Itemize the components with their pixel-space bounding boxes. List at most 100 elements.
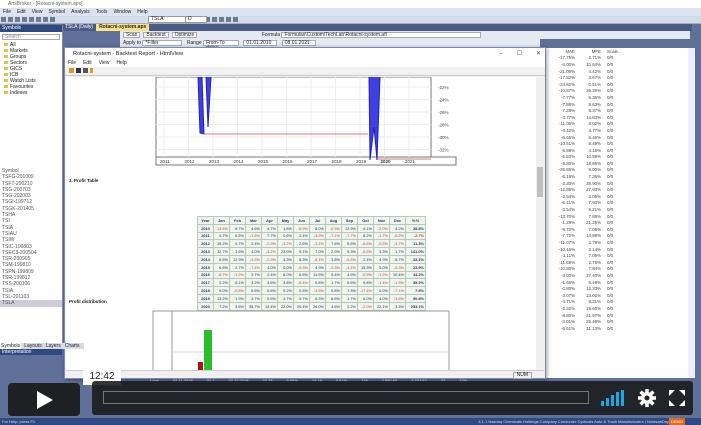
result-row[interactable]: -6.65% 5.46% 0/0 (550, 134, 625, 141)
copy-icon[interactable] (36, 17, 41, 22)
result-row[interactable]: -11.05% 8.02% 0/0 (550, 121, 625, 128)
result-row[interactable]: -6.61% 11.13% 0/0 (550, 325, 625, 332)
menu-view[interactable]: View (32, 9, 43, 15)
tab-charts[interactable]: Charts (64, 343, 81, 349)
result-row[interactable]: -3.54% 5.21% 0/0 (550, 206, 625, 213)
menu-window[interactable]: Window (113, 9, 131, 15)
minimize-button[interactable]: – (499, 51, 502, 57)
apply-to-select[interactable]: *Filter (142, 39, 183, 46)
menu-tools[interactable]: Tools (96, 9, 108, 15)
col-scale[interactable]: Scale... (604, 48, 625, 55)
col-mfe[interactable]: MFE (578, 48, 604, 55)
range-select[interactable]: From-To dates (202, 39, 239, 50)
result-row[interactable]: -17.75% 2.71% 0/0 (550, 55, 625, 62)
video-progress-bar[interactable] (103, 391, 589, 404)
report-menu-help[interactable]: Help (116, 60, 126, 66)
redo-icon[interactable] (50, 17, 55, 22)
symbol-search-input[interactable]: Search (2, 34, 60, 40)
menu-symbol[interactable]: Symbol (48, 9, 65, 15)
result-row[interactable]: -10.51% 8.49% 0/0 (550, 140, 625, 147)
result-row[interactable]: -4.42% 4.77% 0/0 (550, 127, 625, 134)
settings-gear-icon[interactable] (638, 389, 656, 407)
maximize-button[interactable]: ☐ (517, 51, 522, 57)
result-row[interactable]: -25.86% 9.00% 0/0 (550, 167, 625, 174)
result-row[interactable]: -7.28% 5.37% 0/0 (550, 107, 625, 114)
tab-analysis[interactable]: Rotacni-system.apx (96, 24, 150, 31)
symbol-list-item[interactable]: TSLA (0, 300, 62, 307)
menu-analysis[interactable]: Analysis (71, 9, 90, 15)
result-row[interactable]: -9.72% 7.06% 0/0 (550, 226, 625, 233)
zoom-icon[interactable] (226, 17, 232, 22)
save-icon[interactable] (76, 68, 81, 73)
undo-icon[interactable] (43, 17, 48, 22)
interval-combo[interactable]: D (185, 16, 207, 23)
result-row[interactable]: -2.32% 15.60% 0/0 (550, 305, 625, 312)
open-icon[interactable] (69, 68, 74, 73)
result-row[interactable]: -6.16% 7.36% 0/0 (550, 173, 625, 180)
result-row[interactable]: -24.82% 0.51% 0/0 (550, 81, 625, 88)
result-row[interactable]: -3.07% 13.02% 0/0 (550, 292, 625, 299)
from-date-input[interactable]: 01.01.2010 (243, 39, 278, 46)
fullscreen-icon[interactable] (669, 390, 685, 406)
result-row[interactable]: -17.82% 3.67% 0/0 (550, 74, 625, 81)
text-icon[interactable] (212, 17, 218, 22)
result-row[interactable]: -11.07% 2.78% 0/0 (550, 239, 625, 246)
result-row[interactable]: -2.54% 2.09% 0/0 (550, 193, 625, 200)
play-button[interactable] (8, 383, 80, 416)
result-row[interactable]: -21.09% 4.42% 0/0 (550, 68, 625, 75)
result-row[interactable]: -7.89% 8.63% 0/0 (550, 101, 625, 108)
menu-edit[interactable]: Edit (17, 9, 26, 15)
to-date-input[interactable]: 08.01.2021 (281, 39, 316, 46)
result-row[interactable]: -8.80% 21.97% 0/0 (550, 312, 625, 319)
optimize-button[interactable]: Optimize (171, 31, 198, 38)
menu-help[interactable]: Help (137, 9, 147, 15)
result-row[interactable]: -10.87% 26.26% 0/0 (550, 88, 625, 95)
result-row[interactable]: -1.11% 7.05% 0/0 (550, 252, 625, 259)
indicator-icon[interactable] (233, 17, 239, 22)
result-row[interactable]: -5.53% 10.59% 0/0 (550, 154, 625, 161)
print-icon[interactable] (83, 68, 88, 73)
print-icon[interactable] (22, 17, 27, 22)
chart-icon[interactable] (219, 17, 225, 22)
scan-button[interactable]: Scan (123, 31, 141, 38)
result-row[interactable]: -5.41% 7.93% 0/0 (550, 200, 625, 207)
result-row[interactable]: -10.16% 3.14% 0/0 (550, 246, 625, 253)
report-menu-edit[interactable]: Edit (83, 60, 92, 66)
backtest-button[interactable]: Backtest (143, 31, 169, 38)
results-scrollbar[interactable] (688, 48, 695, 378)
col-mae[interactable]: MAE (550, 48, 578, 55)
result-row[interactable]: -5.80% 18.85% 0/0 (550, 160, 625, 167)
result-row[interactable]: -11.69% 2.75% 0/0 (550, 259, 625, 266)
result-row[interactable]: -4.00% 10.64% 0/0 (550, 61, 625, 68)
menu-file[interactable]: File (3, 9, 11, 15)
result-row[interactable]: -1.29% 21.25% 0/0 (550, 219, 625, 226)
report-menu-view[interactable]: View (99, 60, 110, 66)
apply-to-label: Apply to (123, 40, 142, 46)
result-row[interactable]: -13.70% 7.89% 0/0 (550, 213, 625, 220)
result-row[interactable]: -10.80% 7.84% 0/0 (550, 266, 625, 273)
scrollbar-thumb[interactable] (537, 167, 543, 197)
result-row[interactable]: -3.01% 25.48% 0/0 (550, 318, 625, 325)
help-icon[interactable] (90, 68, 93, 73)
result-row[interactable]: -0.80% 12.33% 0/0 (550, 285, 625, 292)
tab-tsla-chart[interactable]: TSLA (Daily) (62, 24, 96, 31)
result-row[interactable]: -3.00% 37.40% 0/0 (550, 272, 625, 279)
cut-icon[interactable] (29, 17, 34, 22)
result-row[interactable]: -1.65% 6.49% 0/0 (550, 279, 625, 286)
result-row[interactable]: -4.71% 8.31% 0/0 (550, 299, 625, 306)
tree-item[interactable]: Indexes (0, 90, 62, 96)
open-icon[interactable] (8, 17, 13, 22)
volume-icon[interactable] (601, 390, 627, 406)
result-row[interactable]: -3.77% 14.83% 0/0 (550, 114, 625, 121)
report-scrollbar[interactable] (536, 77, 544, 371)
result-row[interactable]: -3.20% 38.90% 0/0 (550, 180, 625, 187)
formula-path-input[interactable]: Formulas\Custom\TechLab\Rotacni-system.a… (281, 31, 482, 38)
result-row[interactable]: -6.88% 4.16% 0/0 (550, 147, 625, 154)
result-row[interactable]: -7.77% 5.36% 0/0 (550, 94, 625, 101)
result-row[interactable]: -12.85% 27.93% 0/0 (550, 186, 625, 193)
close-button[interactable]: ✕ (536, 51, 541, 57)
save-icon[interactable] (15, 17, 20, 22)
result-row[interactable]: -7.72% 14.88% 0/0 (550, 233, 625, 240)
report-menu-file[interactable]: File (68, 60, 76, 66)
new-icon[interactable] (1, 17, 6, 22)
